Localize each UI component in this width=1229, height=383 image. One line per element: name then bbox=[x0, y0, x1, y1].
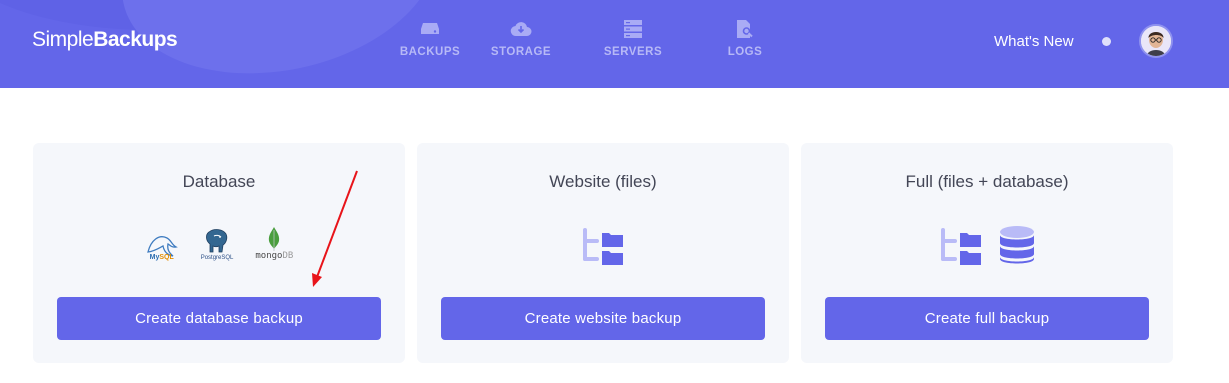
avatar-face-icon bbox=[1141, 26, 1171, 56]
create-database-backup-button[interactable]: Create database backup bbox=[57, 297, 381, 340]
mongodb-logo: mongoDB bbox=[255, 227, 293, 261]
mongodb-wordmark: mongoDB bbox=[255, 251, 294, 261]
nav-label-backups: BACKUPS bbox=[399, 46, 461, 58]
postgresql-logo: PostgreSQL bbox=[200, 228, 234, 261]
postgresql-elephant-icon bbox=[206, 229, 228, 253]
nav-label-logs: LOGS bbox=[727, 46, 763, 58]
folder-tree-icon bbox=[941, 228, 981, 265]
top-navigation-bar: SimpleBackups BACKUPS STORAGE SERVERS LO… bbox=[0, 0, 1229, 88]
nav-label-storage: STORAGE bbox=[490, 46, 552, 58]
database-logos: MySQL PostgreSQL mongoDB bbox=[33, 227, 405, 261]
folder-tree-icon bbox=[583, 228, 623, 265]
server-drive-icon bbox=[420, 18, 440, 40]
website-backup-card: Website (files) Create website backup bbox=[417, 143, 789, 363]
website-icons bbox=[417, 225, 789, 265]
create-website-backup-button[interactable]: Create website backup bbox=[441, 297, 765, 340]
database-backup-card: Database MySQL PostgreSQL mongoDB Create… bbox=[33, 143, 405, 363]
logo-text-bold: Backups bbox=[93, 28, 178, 51]
logo-text-regular: Simple bbox=[32, 28, 94, 51]
card-title-full: Full (files + database) bbox=[905, 172, 1069, 191]
cloud-download-icon bbox=[510, 18, 532, 40]
mysql-wordmark: MySQL bbox=[149, 254, 174, 261]
full-icons bbox=[801, 225, 1173, 265]
file-search-icon bbox=[735, 18, 755, 40]
nav-item-storage[interactable]: STORAGE bbox=[465, 18, 577, 58]
nav-item-backups[interactable]: BACKUPS bbox=[395, 18, 465, 58]
main-nav: BACKUPS STORAGE SERVERS LOGS bbox=[395, 18, 801, 58]
full-backup-card: Full (files + database) Create full back… bbox=[801, 143, 1173, 363]
whats-new-link[interactable]: What's New bbox=[994, 33, 1074, 50]
create-full-backup-button[interactable]: Create full backup bbox=[825, 297, 1149, 340]
database-icon bbox=[1000, 226, 1034, 264]
nav-label-servers: SERVERS bbox=[603, 46, 663, 58]
app-logo[interactable]: SimpleBackups bbox=[32, 28, 178, 52]
postgresql-wordmark: PostgreSQL bbox=[200, 255, 234, 261]
nav-item-servers[interactable]: SERVERS bbox=[577, 18, 689, 58]
mongodb-leaf-icon bbox=[269, 227, 280, 251]
card-title-website: Website (files) bbox=[549, 172, 657, 191]
nav-item-logs[interactable]: LOGS bbox=[689, 18, 801, 58]
mysql-logo: MySQL bbox=[145, 232, 179, 261]
user-avatar[interactable] bbox=[1139, 24, 1173, 58]
notification-dot bbox=[1102, 37, 1111, 46]
server-stack-icon bbox=[623, 18, 643, 40]
card-title-database: Database bbox=[182, 172, 256, 191]
